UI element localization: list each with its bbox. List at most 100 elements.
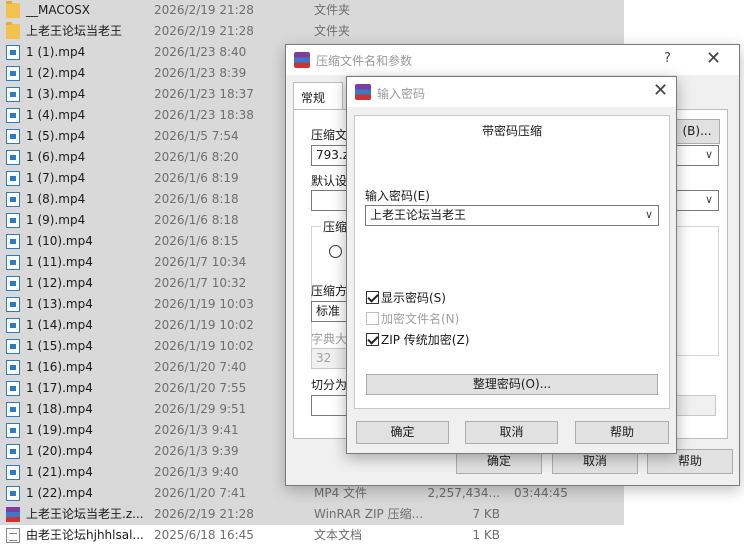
file-name: 1 (21).mp4 (26, 465, 93, 479)
file-type: 文件夹 (314, 24, 351, 38)
dialog-titlebar[interactable]: 压缩文件名和参数 ? ✕ (286, 45, 739, 75)
file-row[interactable]: 上老王论坛当老王.z... 2026/2/19 21:28 WinRAR ZIP 压… (0, 504, 624, 525)
file-date: 2026/2/19 21:28 (154, 507, 254, 521)
mp4-file-icon (6, 150, 20, 165)
password-label: 输入密码(E) (365, 189, 430, 203)
file-type: 文件夹 (314, 3, 351, 17)
file-name: 1 (6).mp4 (26, 150, 86, 164)
file-date: 2026/1/19 10:03 (154, 297, 254, 311)
password-ok-button[interactable]: 确定 (356, 421, 449, 444)
mp4-file-icon (6, 402, 20, 417)
mp4-file-icon (6, 339, 20, 354)
file-name: 1 (22).mp4 (26, 486, 93, 500)
mp4-file-icon (6, 360, 20, 375)
file-row[interactable]: 1 (22).mp4 2026/1/20 7:41 MP4 文件 2,257,434.… (0, 483, 624, 504)
method-combo[interactable]: 标准 (311, 301, 351, 322)
mp4-file-icon (6, 381, 20, 396)
file-date: 2026/1/3 9:41 (154, 423, 239, 437)
folder-icon (6, 22, 20, 39)
format-radio[interactable] (329, 245, 342, 258)
winrar-logo-icon (355, 84, 371, 100)
show-password-label: 显示密码(S) (381, 291, 446, 305)
zip-legacy-encryption-label: ZIP 传统加密(Z) (381, 333, 470, 347)
file-name: 1 (5).mp4 (26, 129, 86, 143)
method-value: 标准 (316, 304, 341, 318)
file-name: __MACOSX (26, 3, 91, 17)
file-date: 2026/2/19 21:28 (154, 3, 254, 17)
file-name: 上老王论坛当老王 (26, 24, 123, 38)
chevron-down-icon: ∨ (704, 148, 713, 161)
file-row[interactable]: 上老王论坛当老王 2026/2/19 21:28 文件夹 (0, 21, 624, 42)
tab-general[interactable]: 常规 (293, 82, 343, 110)
mp4-file-icon (6, 192, 20, 207)
file-date: 2026/1/6 8:15 (154, 234, 239, 248)
close-icon[interactable]: ✕ (653, 80, 668, 101)
mp4-file-icon (6, 444, 20, 459)
show-password-checkbox[interactable] (366, 291, 379, 304)
mp4-file-icon (6, 255, 20, 270)
file-name: 1 (4).mp4 (26, 108, 86, 122)
mp4-file-icon (6, 45, 20, 60)
password-value: 上老王论坛当老王 (370, 208, 467, 222)
winrar-logo-icon (294, 52, 310, 68)
password-input[interactable]: 上老王论坛当老王 ∨ (365, 205, 659, 226)
file-date: 2026/1/7 10:34 (154, 255, 247, 269)
file-name: 1 (7).mp4 (26, 171, 86, 185)
file-row[interactable]: __MACOSX 2026/2/19 21:28 文件夹 (0, 0, 624, 21)
mp4-file-icon (6, 318, 20, 333)
dictionary-value: 32 (316, 351, 332, 365)
text-document-icon (6, 528, 20, 543)
password-help-button[interactable]: 帮助 (575, 421, 669, 444)
file-name: 1 (19).mp4 (26, 423, 93, 437)
encrypt-filenames-label: 加密文件名(N) (381, 312, 460, 326)
dialog-title: 压缩文件名和参数 (316, 54, 413, 68)
close-icon[interactable]: ✕ (706, 48, 721, 69)
organize-passwords-button[interactable]: 整理密码(O)... (366, 374, 658, 395)
mp4-file-icon (6, 171, 20, 186)
file-name: 1 (16).mp4 (26, 360, 93, 374)
file-date: 2026/1/6 8:18 (154, 192, 239, 206)
file-date: 2026/1/6 8:20 (154, 150, 239, 164)
password-cancel-button[interactable]: 取消 (465, 421, 558, 444)
dictionary-combo[interactable]: 32 (311, 348, 351, 369)
mp4-file-icon (6, 129, 20, 144)
file-size: 1 KB (472, 528, 500, 542)
folder-icon (6, 1, 20, 18)
mp4-file-icon (6, 234, 20, 249)
file-date: 2026/1/23 8:40 (154, 45, 247, 59)
file-date: 2026/1/23 8:39 (154, 66, 247, 80)
file-name: 1 (13).mp4 (26, 297, 93, 311)
password-heading: 带密码压缩 (481, 124, 542, 138)
file-date: 2025/6/18 16:45 (154, 528, 254, 542)
file-date: 2026/1/23 18:38 (154, 108, 254, 122)
mp4-file-icon (6, 87, 20, 102)
help-icon[interactable]: ? (664, 51, 671, 66)
browse-button[interactable]: (B)... (674, 119, 720, 144)
file-date: 2026/1/3 9:40 (154, 465, 239, 479)
password-dialog-title: 输入密码 (377, 87, 426, 101)
file-date: 2026/1/29 9:51 (154, 402, 247, 416)
mp4-file-icon (6, 297, 20, 312)
file-size: 2,257,434... (427, 486, 500, 500)
file-name: 1 (3).mp4 (26, 87, 86, 101)
file-name: 1 (10).mp4 (26, 234, 93, 248)
file-date: 2026/1/3 9:39 (154, 444, 239, 458)
default-profile-label: 默认设 (311, 174, 348, 188)
split-combo[interactable] (311, 395, 351, 416)
file-date: 2026/1/20 7:41 (154, 486, 247, 500)
file-row[interactable]: 由老王论坛hjhhlsal... 2025/6/18 16:45 文本文档 1 KB (0, 525, 624, 546)
method-label: 压缩方 (311, 284, 348, 298)
password-panel: 带密码压缩 输入密码(E) 上老王论坛当老王 ∨ 显示密码(S) 加密文件名(N… (354, 115, 670, 409)
file-name: 1 (17).mp4 (26, 381, 93, 395)
mp4-file-icon (6, 486, 20, 501)
encrypt-filenames-checkbox[interactable] (366, 312, 379, 325)
password-dialog-titlebar[interactable]: 输入密码 ✕ (347, 77, 676, 107)
file-name: 上老王论坛当老王.z... (26, 507, 144, 521)
file-date: 2026/1/6 8:18 (154, 213, 239, 227)
winrar-zip-icon (6, 507, 20, 522)
file-name: 1 (12).mp4 (26, 276, 93, 290)
zip-legacy-encryption-checkbox[interactable] (366, 333, 379, 346)
mp4-file-icon (6, 276, 20, 291)
chevron-down-icon: ∨ (704, 193, 713, 206)
file-name: 1 (15).mp4 (26, 339, 93, 353)
